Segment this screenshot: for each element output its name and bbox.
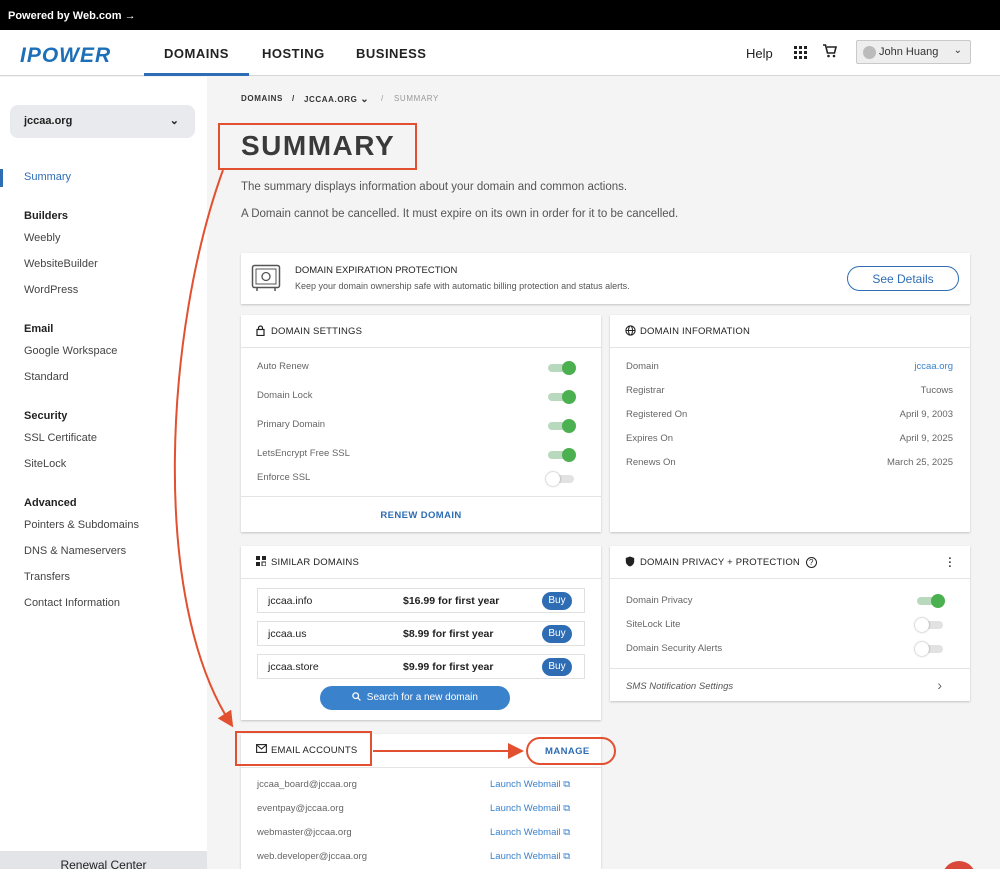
annotation-arrow-down bbox=[173, 169, 234, 728]
annotation-arrows bbox=[173, 169, 524, 759]
